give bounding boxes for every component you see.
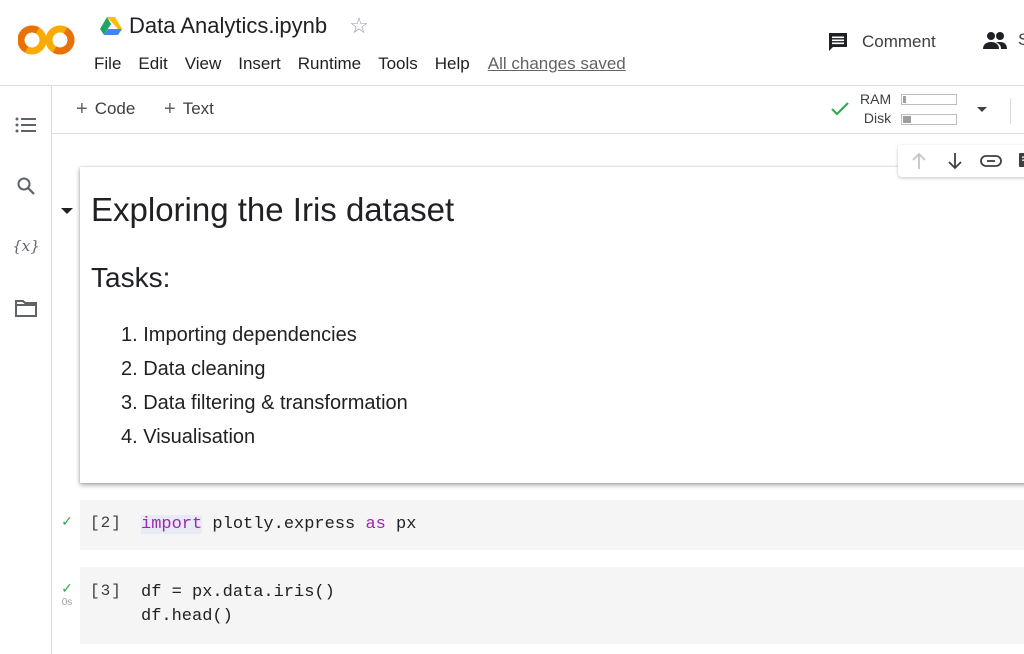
left-sidebar: {x} — [0, 86, 52, 654]
collapse-section-icon[interactable] — [61, 208, 73, 214]
ram-usage-bar — [901, 93, 958, 105]
variables-icon[interactable]: {x} — [12, 234, 40, 258]
menu-runtime[interactable]: Runtime — [298, 54, 361, 74]
add-text-button[interactable]: + Text — [164, 99, 214, 119]
code-editor[interactable]: import plotly.express as px — [141, 513, 416, 537]
cell-toolbar — [898, 145, 1024, 177]
code-cell[interactable]: ✓ 0s [3] df = px.data.iris() df.head() — [61, 567, 1024, 644]
toolbar-divider — [1010, 98, 1011, 124]
code-keyword: import — [141, 515, 203, 534]
task-item: 4. Visualisation — [121, 426, 256, 448]
comment-cell-icon[interactable] — [1016, 150, 1024, 172]
resource-bars — [901, 93, 958, 125]
menu-edit[interactable]: Edit — [138, 54, 167, 74]
table-of-contents-icon[interactable] — [14, 113, 38, 137]
people-icon — [983, 32, 1007, 49]
share-label: S — [1018, 30, 1024, 49]
notebook-area: Exploring the Iris dataset Tasks: 1. Imp… — [53, 135, 1024, 654]
menu-file[interactable]: File — [94, 54, 121, 74]
header: Data Analytics.ipynb ☆ File Edit View In… — [0, 0, 1024, 86]
move-cell-down-icon[interactable] — [944, 150, 966, 172]
notebook-toolbar: + Code + Text RAM Disk — [52, 86, 1024, 134]
text-cell[interactable]: Exploring the Iris dataset Tasks: 1. Imp… — [80, 167, 1024, 483]
code-text: px — [385, 515, 417, 534]
add-code-button[interactable]: + Code — [76, 99, 135, 119]
task-item: 3. Data filtering & transformation — [121, 392, 408, 414]
ram-usage-fill — [903, 95, 906, 103]
menu-help[interactable]: Help — [435, 54, 470, 74]
plus-icon: + — [164, 98, 176, 120]
comment-icon — [829, 33, 847, 51]
add-text-label: Text — [182, 99, 214, 118]
code-editor[interactable]: df = px.data.iris() df.head() — [141, 581, 335, 629]
cell-heading: Exploring the Iris dataset — [91, 191, 455, 228]
execution-count[interactable]: [3] — [90, 582, 122, 600]
colab-logo-icon[interactable] — [18, 24, 76, 56]
resources-dropdown-icon[interactable] — [977, 106, 988, 112]
link-icon[interactable] — [980, 150, 1002, 172]
menu-bar: File Edit View Insert Runtime Tools Help… — [94, 54, 626, 74]
ram-label: RAM — [860, 91, 892, 107]
cell-status: ✓ — [58, 514, 76, 528]
execution-time: 0s — [61, 597, 73, 608]
code-line: df.head() — [141, 607, 233, 626]
code-text: plotly.express — [202, 515, 366, 534]
execution-count[interactable]: [2] — [90, 514, 122, 532]
runtime-resources[interactable]: RAM Disk — [830, 90, 988, 128]
disk-usage-bar — [901, 113, 958, 125]
disk-usage-fill — [903, 115, 912, 123]
code-keyword: as — [365, 515, 386, 534]
google-drive-icon[interactable] — [100, 16, 122, 36]
task-item: 1. Importing dependencies — [121, 324, 357, 346]
add-code-label: Code — [94, 99, 136, 118]
code-line: df = px.data.iris() — [141, 583, 335, 602]
variables-glyph: {x} — [12, 237, 40, 255]
comment-label: Comment — [862, 32, 936, 51]
comment-button[interactable]: Comment — [826, 30, 936, 54]
code-cell[interactable]: ✓ [2] import plotly.express as px — [61, 500, 1024, 550]
cell-status: ✓ 0s — [58, 581, 76, 608]
notebook-title[interactable]: Data Analytics.ipynb — [129, 13, 327, 39]
cell-subheading: Tasks: — [91, 262, 171, 293]
run-success-check-icon: ✓ — [61, 513, 73, 529]
disk-label: Disk — [863, 110, 892, 126]
resource-labels: RAM Disk — [860, 90, 891, 128]
task-list: 1. Importing dependencies 2. Data cleani… — [121, 323, 408, 459]
task-item: 2. Data cleaning — [121, 358, 266, 380]
menu-insert[interactable]: Insert — [238, 54, 281, 74]
search-icon[interactable] — [14, 174, 38, 198]
share-button[interactable]: S — [982, 30, 1024, 50]
plus-icon: + — [76, 98, 88, 120]
run-success-check-icon: ✓ — [61, 580, 73, 596]
menu-view[interactable]: View — [185, 54, 222, 74]
menu-tools[interactable]: Tools — [378, 54, 418, 74]
save-status-link[interactable]: All changes saved — [488, 54, 626, 74]
move-cell-up-icon[interactable] — [908, 150, 930, 172]
star-icon[interactable]: ☆ — [349, 15, 369, 37]
title-row: Data Analytics.ipynb ☆ — [100, 13, 369, 39]
connected-check-icon — [831, 102, 849, 116]
folder-icon[interactable] — [14, 296, 38, 320]
